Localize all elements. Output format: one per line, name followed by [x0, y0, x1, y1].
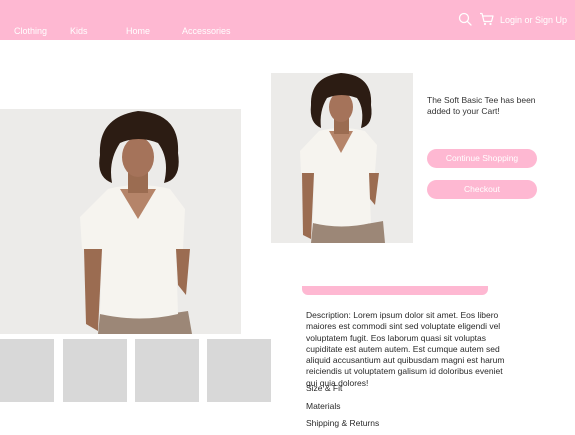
add-to-cart-button-edge[interactable]: [302, 286, 488, 295]
thumbnail-3[interactable]: [135, 339, 199, 402]
main-product-image: [0, 109, 241, 334]
product-description: Description: Lorem ipsum dolor sit amet.…: [306, 310, 505, 388]
checkout-button[interactable]: Checkout: [427, 180, 537, 199]
search-icon[interactable]: [458, 12, 472, 26]
nav-link-accessories[interactable]: Accessories: [182, 26, 231, 36]
accordion-materials[interactable]: Materials: [306, 401, 340, 411]
thumbnail-2[interactable]: [63, 339, 127, 402]
top-navbar: Clothing Kids Home Accessories Login or …: [0, 0, 575, 40]
nav-link-home[interactable]: Home: [126, 26, 150, 36]
nav-link-kids[interactable]: Kids: [70, 26, 88, 36]
cart-icon[interactable]: [479, 12, 494, 26]
thumbnail-4[interactable]: [207, 339, 271, 402]
accordion-size-fit[interactable]: Size & Fit: [306, 383, 342, 393]
cart-item-image: [271, 73, 413, 243]
continue-shopping-button[interactable]: Continue Shopping: [427, 149, 537, 168]
cart-added-message: The Soft Basic Tee has been added to you…: [427, 95, 536, 116]
login-signup-link[interactable]: Login or Sign Up: [500, 15, 567, 25]
thumbnail-1[interactable]: [0, 339, 54, 402]
nav-link-clothing[interactable]: Clothing: [14, 26, 47, 36]
accordion-shipping-returns[interactable]: Shipping & Returns: [306, 418, 379, 428]
